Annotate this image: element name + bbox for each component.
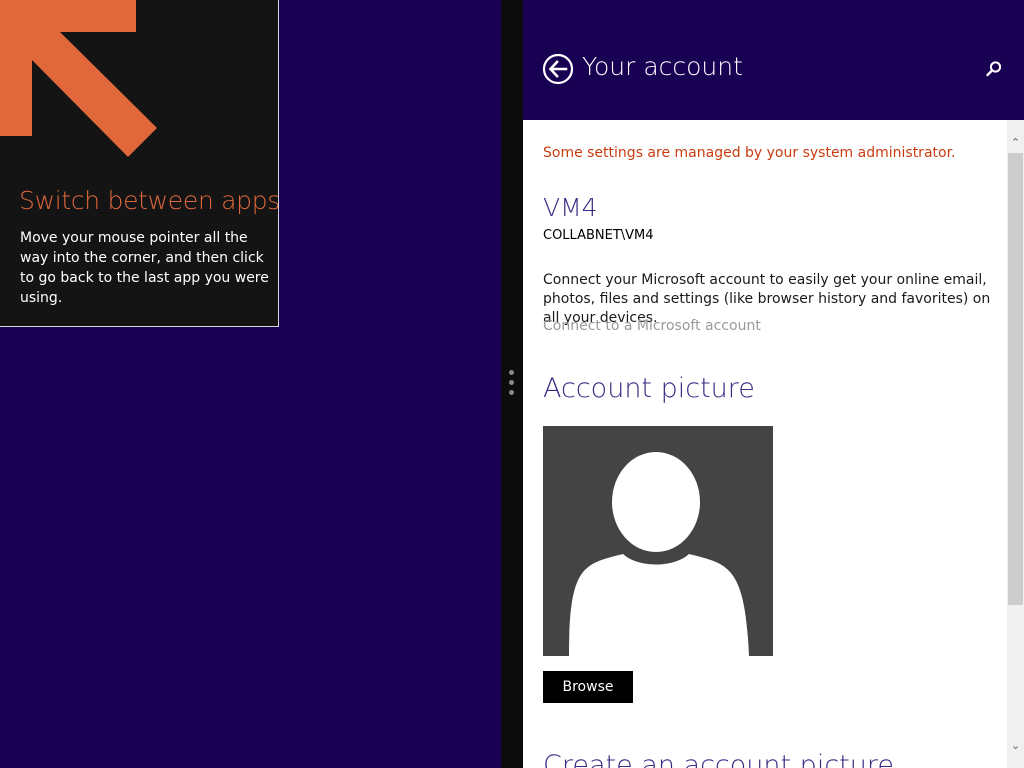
default-user-avatar-icon (569, 452, 749, 656)
snap-splitter[interactable] (501, 0, 523, 768)
user-domain: COLLABNET\VM4 (543, 228, 654, 243)
tip-body: Move your mouse pointer all the way into… (20, 230, 269, 306)
settings-header: Your account (523, 0, 1024, 120)
tip-title: Switch between apps (19, 186, 279, 215)
vertical-scrollbar[interactable]: ⌃ ⌄ (1007, 120, 1024, 768)
tip-panel: Switch between apps Move your mouse poin… (0, 0, 279, 327)
back-arrow-icon[interactable] (542, 53, 574, 85)
browse-button[interactable]: Browse (543, 671, 633, 703)
arrow-up-left-icon (0, 0, 157, 157)
scroll-down-arrow-icon[interactable]: ⌄ (1007, 737, 1024, 754)
search-icon[interactable] (985, 60, 1003, 78)
admin-notice: Some settings are managed by your system… (543, 145, 956, 161)
settings-content: Some settings are managed by your system… (523, 120, 1007, 768)
connect-microsoft-account-link[interactable]: Connect to a Microsoft account (543, 318, 761, 334)
account-picture-heading: Account picture (543, 373, 755, 404)
splitter-grip-icon[interactable] (509, 370, 515, 400)
settings-app: Your account Some settings are managed b… (523, 0, 1024, 768)
desktop-screen: Switch between apps Move your mouse poin… (0, 0, 1024, 768)
page-title: Your account (582, 52, 743, 81)
scroll-up-arrow-icon[interactable]: ⌃ (1007, 134, 1024, 151)
account-picture (543, 426, 773, 656)
create-account-picture-heading: Create an account picture (543, 750, 894, 768)
user-name: VM4 (543, 193, 598, 222)
scroll-thumb[interactable] (1008, 153, 1023, 605)
